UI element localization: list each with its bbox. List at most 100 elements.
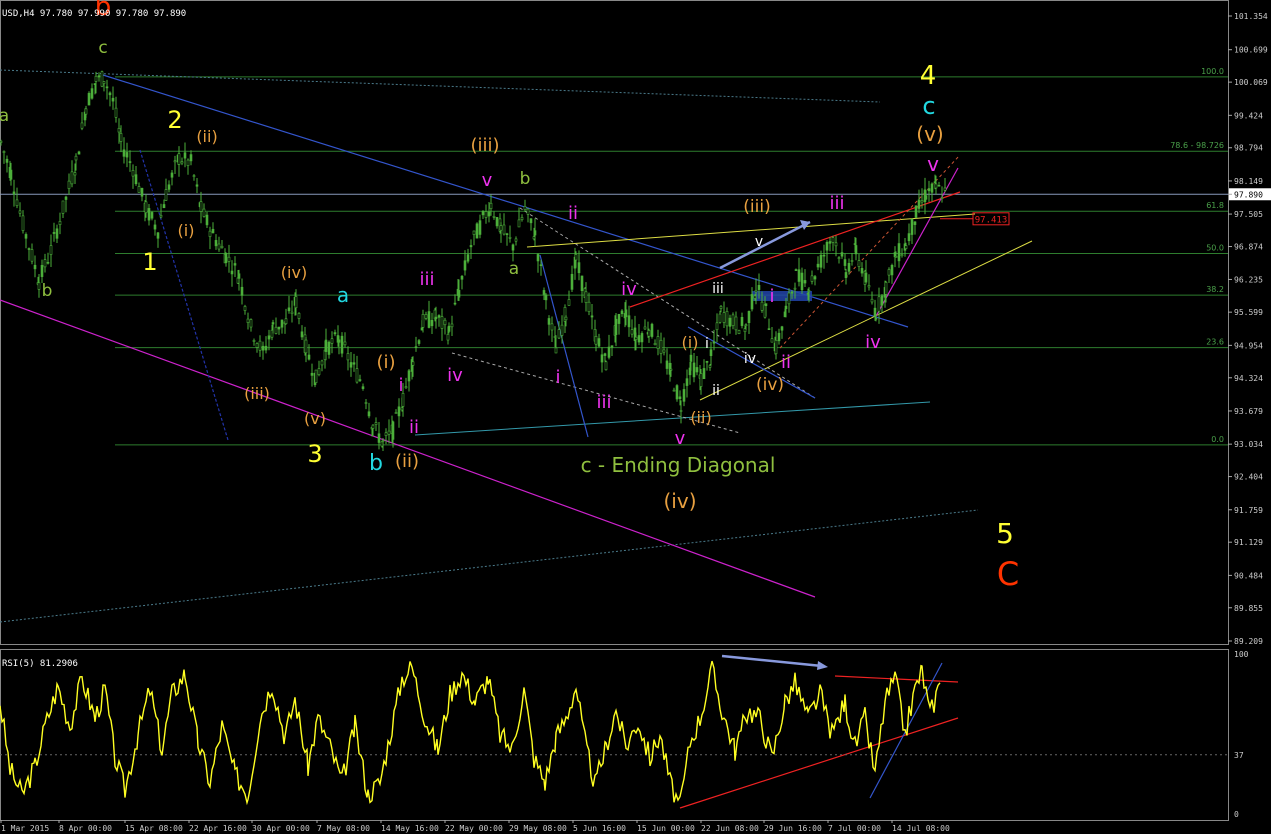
candle	[227, 256, 231, 262]
price-tick-label: 101.354	[1234, 12, 1268, 21]
candle	[715, 322, 719, 330]
price-tick-label: 94.324	[1234, 374, 1263, 383]
candle	[630, 329, 634, 335]
time-tick-label: 14 May 16:00	[381, 824, 439, 833]
candle	[554, 347, 558, 354]
candle	[857, 260, 861, 267]
candle	[777, 332, 781, 342]
candle	[831, 237, 835, 243]
candle	[134, 174, 138, 185]
wave-label: (v)	[304, 409, 326, 428]
rsi-tick-label: 100	[1234, 650, 1249, 659]
candle	[469, 245, 473, 248]
candle	[371, 424, 375, 429]
candle	[108, 92, 112, 96]
candle	[539, 264, 543, 266]
wave-label: ii	[409, 417, 419, 438]
symbol-header: USD,H4 97.780 97.990 97.780 97.890	[2, 9, 187, 19]
price-tick-label: 96.874	[1234, 243, 1263, 252]
candle	[243, 306, 247, 311]
candle	[597, 338, 601, 347]
candle	[780, 326, 784, 331]
rsi-arrow-head-icon	[817, 661, 828, 670]
wave-label: v	[927, 152, 939, 176]
blue-channel-line	[102, 74, 909, 328]
candle	[384, 432, 388, 436]
time-tick-label: 7 Jul 00:00	[828, 824, 881, 833]
price-tick-label: 94.954	[1234, 341, 1263, 350]
candle	[484, 211, 488, 218]
wave-label: (i)	[376, 352, 395, 373]
candle	[122, 149, 126, 157]
candle	[387, 430, 391, 435]
candle	[297, 313, 301, 319]
candle	[840, 252, 844, 257]
candle	[689, 354, 693, 362]
candle	[917, 199, 921, 209]
candle	[934, 183, 938, 189]
candle	[557, 329, 561, 339]
candle	[774, 340, 778, 355]
candle	[367, 411, 371, 417]
candle	[940, 197, 944, 199]
candle	[397, 406, 401, 417]
price-tick-label: 97.890	[1234, 190, 1263, 199]
fib-label: 23.6	[1206, 338, 1224, 347]
candle	[702, 368, 706, 380]
candle	[850, 260, 854, 262]
candle	[111, 97, 115, 102]
candle	[230, 270, 234, 275]
candle	[24, 234, 28, 239]
candle	[381, 440, 385, 442]
wave-label: C	[997, 555, 1019, 593]
candle	[492, 216, 496, 218]
candle	[526, 208, 530, 215]
candle	[424, 314, 428, 319]
candle	[261, 345, 265, 351]
candle	[437, 315, 441, 318]
candle	[904, 245, 908, 249]
candle	[787, 292, 791, 305]
price-tick-label: 100.699	[1234, 46, 1268, 55]
time-tick-label: 15 Apr 08:00	[125, 824, 183, 833]
fib-label: 50.0	[1206, 243, 1224, 252]
wave-label: 3	[307, 440, 322, 468]
candle	[731, 314, 735, 326]
candle	[656, 336, 660, 349]
candle	[542, 290, 546, 295]
price-tick-label: 100.069	[1234, 78, 1268, 87]
candle	[803, 280, 807, 284]
candle	[156, 232, 160, 239]
candle	[97, 75, 101, 78]
candle	[529, 218, 533, 224]
candle	[49, 245, 53, 255]
candle	[90, 88, 94, 99]
momentum-arrow	[719, 220, 811, 270]
candle	[914, 205, 918, 218]
candle	[877, 296, 881, 312]
wave-label: v	[755, 234, 763, 250]
candle	[391, 421, 395, 440]
wave-label: c	[922, 92, 935, 120]
candle	[18, 210, 22, 214]
candle	[240, 286, 244, 296]
fib-label: 61.8	[1206, 201, 1224, 210]
candle	[167, 184, 171, 190]
candle	[199, 201, 203, 212]
candle	[790, 291, 794, 294]
candle	[502, 224, 506, 235]
candle	[427, 311, 431, 328]
candle	[734, 316, 738, 331]
candle	[487, 211, 491, 217]
candle	[744, 324, 748, 326]
candle	[224, 253, 228, 264]
wave-label: c - Ending Diagonal	[581, 453, 776, 477]
price-tick-label: 89.209	[1234, 637, 1263, 646]
candle	[87, 93, 91, 106]
candle	[794, 269, 798, 271]
candle	[159, 215, 163, 218]
candle	[567, 299, 571, 306]
candle	[125, 152, 129, 158]
candle	[333, 332, 337, 335]
candle	[274, 326, 278, 334]
